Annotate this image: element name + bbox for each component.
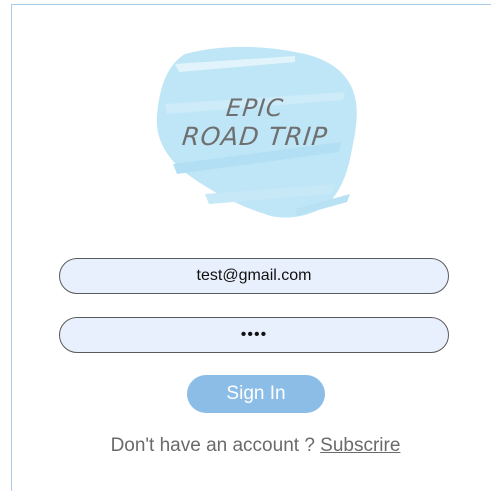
- password-field[interactable]: ••••: [59, 317, 449, 353]
- frame-border-left: [11, 4, 12, 491]
- app-logo: EPIC ROAD TRIP: [145, 44, 365, 224]
- subscribe-link[interactable]: Subscrire: [320, 435, 400, 456]
- sign-in-label: Sign In: [226, 383, 286, 404]
- sign-in-button[interactable]: Sign In: [187, 375, 325, 413]
- email-value: test@gmail.com: [196, 267, 312, 284]
- logo-title-line1: EPIC: [224, 94, 286, 122]
- frame-border-top: [11, 4, 491, 5]
- login-screen: EPIC ROAD TRIP test@gmail.com •••• Sign …: [0, 0, 491, 491]
- logo-title-line2: ROAD TRIP: [180, 122, 330, 151]
- subscribe-prompt: Don't have an account ? Subscrire: [0, 435, 491, 457]
- email-field[interactable]: test@gmail.com: [59, 258, 449, 294]
- password-mask: ••••: [240, 326, 268, 343]
- subscribe-prompt-text: Don't have an account ?: [110, 435, 321, 456]
